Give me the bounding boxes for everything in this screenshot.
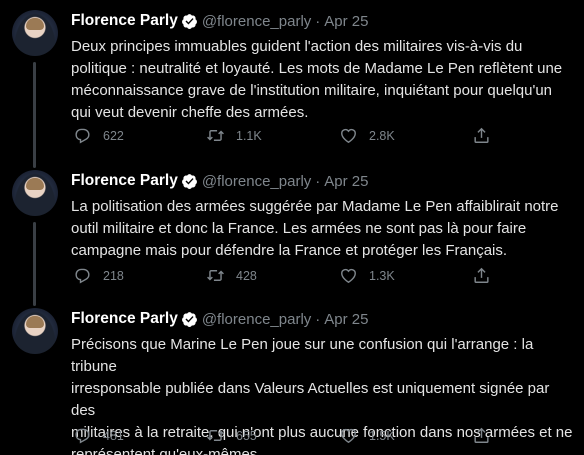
verified-badge-icon — [181, 13, 198, 30]
tweet[interactable]: Florence Parly @florence_parly · Apr 25 … — [0, 0, 584, 162]
tweet-header: Florence Parly @florence_parly · Apr 25 — [71, 308, 576, 330]
tweet-date[interactable]: Apr 25 — [324, 13, 368, 30]
author-name[interactable]: Florence Parly — [71, 12, 178, 30]
reply-count: 622 — [103, 128, 124, 143]
like-button[interactable]: 2.8K — [337, 126, 470, 145]
retweet-icon — [207, 130, 224, 141]
like-button[interactable]: 1.5K — [337, 426, 470, 445]
tweet-content: Florence Parly @florence_parly · Apr 25 … — [71, 170, 576, 262]
reply-icon — [75, 128, 90, 144]
avatar-column — [12, 298, 58, 354]
thread-line — [33, 222, 36, 302]
share-button[interactable] — [470, 426, 510, 445]
author-handle[interactable]: @florence_parly — [202, 13, 311, 30]
author-handle[interactable]: @florence_parly — [202, 173, 311, 190]
retweet-button[interactable]: 428 — [204, 266, 337, 285]
reply-icon — [75, 428, 90, 444]
action-bar: 622 1.1K 2.8K — [71, 126, 511, 145]
retweet-count: 655 — [236, 428, 257, 443]
avatar[interactable] — [12, 308, 58, 354]
tweet-content: Florence Parly @florence_parly · Apr 25 … — [71, 10, 576, 124]
tweet-header: Florence Parly @florence_parly · Apr 25 — [71, 10, 576, 32]
thread-line — [33, 160, 36, 168]
heart-icon — [341, 428, 356, 444]
share-icon — [474, 127, 489, 143]
reply-button[interactable]: 622 — [71, 126, 204, 145]
reply-count: 218 — [103, 268, 124, 283]
reply-button[interactable]: 218 — [71, 266, 204, 285]
share-icon — [474, 267, 489, 283]
avatar[interactable] — [12, 170, 58, 216]
author-handle[interactable]: @florence_parly — [202, 311, 311, 328]
action-bar: 218 428 1.3K — [71, 266, 511, 285]
separator: · — [315, 12, 321, 30]
like-count: 2.8K — [369, 128, 395, 143]
heart-icon — [341, 128, 356, 144]
avatar-column — [12, 10, 58, 162]
tweet-thread: Florence Parly @florence_parly · Apr 25 … — [0, 0, 584, 455]
tweet[interactable]: Florence Parly @florence_parly · Apr 25 … — [0, 298, 584, 455]
reply-icon — [75, 268, 90, 284]
tweet-text: La politisation des armées suggérée par … — [71, 198, 559, 259]
heart-icon — [341, 268, 356, 284]
thread-line — [33, 298, 36, 306]
retweet-button[interactable]: 1.1K — [204, 126, 337, 145]
share-icon — [474, 427, 489, 443]
author-name[interactable]: Florence Parly — [71, 310, 178, 328]
retweet-button[interactable]: 655 — [204, 426, 337, 445]
reply-count: 481 — [103, 428, 124, 443]
author-name[interactable]: Florence Parly — [71, 172, 178, 190]
separator: · — [315, 172, 321, 190]
retweet-count: 1.1K — [236, 128, 262, 143]
share-button[interactable] — [470, 126, 510, 145]
like-count: 1.3K — [369, 268, 395, 283]
separator: · — [315, 310, 321, 328]
action-bar: 481 655 1.5K — [71, 426, 511, 445]
tweet-header: Florence Parly @florence_parly · Apr 25 — [71, 170, 576, 192]
avatar-column — [12, 160, 58, 302]
share-button[interactable] — [470, 266, 510, 285]
tweet[interactable]: Florence Parly @florence_parly · Apr 25 … — [0, 160, 584, 302]
verified-badge-icon — [181, 173, 198, 190]
like-count: 1.5K — [369, 428, 395, 443]
reply-button[interactable]: 481 — [71, 426, 204, 445]
tweet-date[interactable]: Apr 25 — [324, 311, 368, 328]
tweet-date[interactable]: Apr 25 — [324, 173, 368, 190]
retweet-icon — [207, 270, 224, 281]
retweet-count: 428 — [236, 268, 257, 283]
verified-badge-icon — [181, 311, 198, 328]
retweet-icon — [207, 430, 224, 441]
thread-line — [33, 62, 36, 162]
tweet-text: Deux principes immuables guident l'actio… — [71, 38, 563, 121]
like-button[interactable]: 1.3K — [337, 266, 470, 285]
avatar[interactable] — [12, 10, 58, 56]
